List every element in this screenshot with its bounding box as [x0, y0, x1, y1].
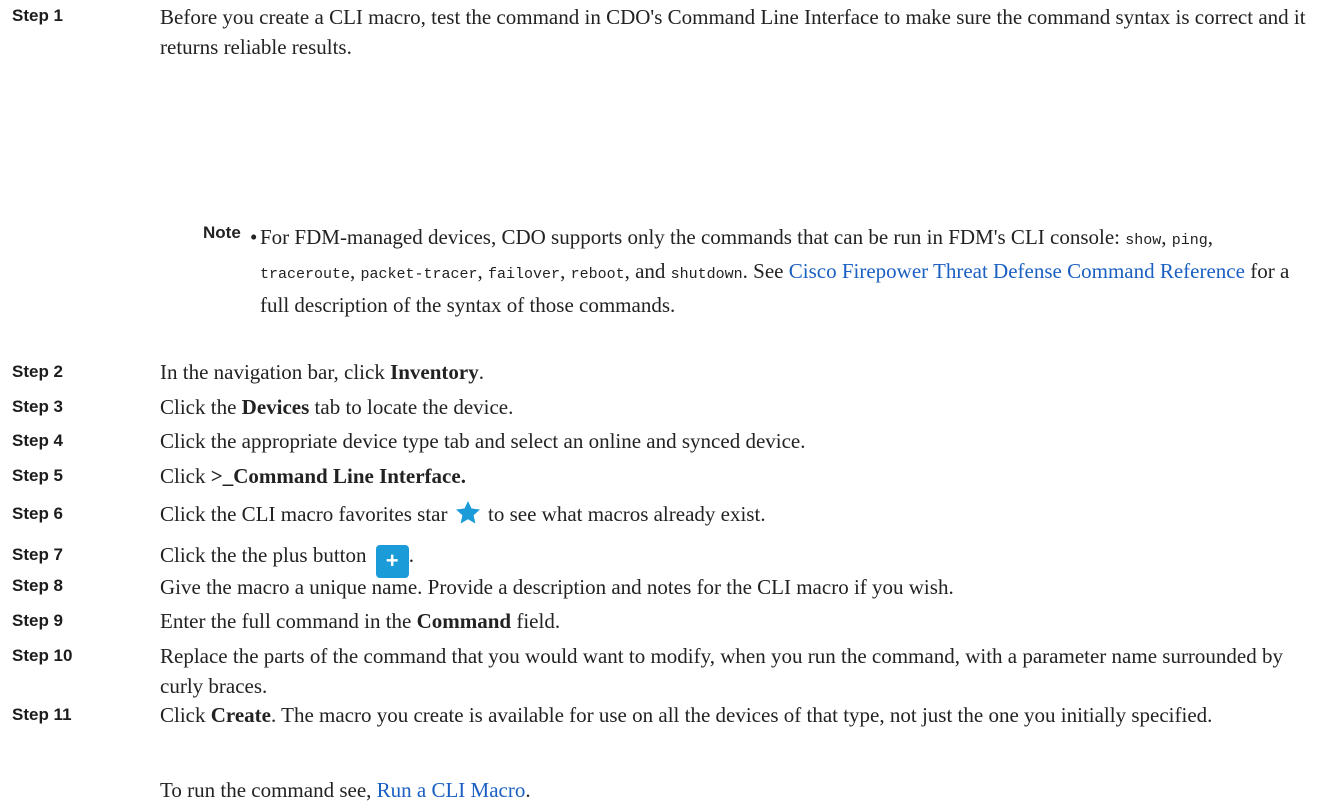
step-label-9: Step 9: [12, 610, 64, 630]
note-and: and: [635, 259, 666, 284]
step-text-10: Replace the parts of the command that yo…: [160, 643, 1283, 698]
cmd-reboot: reboot: [570, 266, 625, 284]
step-text-3: Click the Devices tab to locate the devi…: [160, 395, 514, 420]
inventory-ref: Inventory: [390, 360, 479, 385]
step-label-4: Step 4: [12, 430, 64, 450]
step-label-3: Step 3: [12, 396, 64, 416]
create-ref: Create: [210, 703, 271, 728]
step-label-5: Step 5: [12, 465, 64, 485]
step-text-6: Click the CLI macro favorites star to se…: [160, 500, 766, 527]
cli-ref: >_Command Line Interface.: [210, 464, 466, 489]
cmd-show: show: [1125, 232, 1162, 250]
note-body: • For FDM-managed devices, CDO supports o…: [250, 222, 1310, 320]
step-label-11: Step 11: [12, 704, 72, 724]
footer-text: To run the command see, Run a CLI Macro.: [160, 777, 531, 802]
step-text-9: Enter the full command in the Command fi…: [160, 608, 561, 633]
step-text-2: In the navigation bar, click Inventory.: [160, 360, 484, 385]
step-label-8: Step 8: [12, 576, 64, 596]
cmd-ping: ping: [1171, 232, 1208, 250]
command-reference-link[interactable]: Cisco Firepower Threat Defense Command R…: [789, 259, 1245, 283]
step-text-4: Click the appropriate device type tab an…: [160, 429, 806, 454]
note-label: Note: [203, 223, 241, 243]
cmd-traceroute: traceroute: [260, 266, 351, 284]
step-text-8: Give the macro a unique name. Provide a …: [160, 574, 954, 599]
step-label-6: Step 6: [12, 504, 64, 524]
command-field-ref: Command: [416, 608, 512, 633]
step-label-2: Step 2: [12, 361, 64, 381]
run-cli-macro-link[interactable]: Run a CLI Macro: [377, 778, 526, 802]
cmd-failover: failover: [488, 266, 561, 284]
step-label-1: Step 1: [12, 6, 64, 26]
step-text-5: Click >_Command Line Interface.: [160, 464, 466, 489]
step-label-7: Step 7: [12, 544, 64, 564]
note-intro: For FDM-managed devices, CDO supports on…: [260, 225, 1126, 250]
note-bullet: •: [250, 225, 258, 250]
star-icon: [455, 500, 481, 524]
cmd-shutdown: shutdown: [670, 266, 743, 284]
step-text-1: Before you create a CLI macro, test the …: [160, 4, 1306, 59]
step-text-11: Click Create. The macro you create is av…: [160, 703, 1213, 728]
step-label-10: Step 10: [12, 645, 73, 665]
devices-ref: Devices: [241, 395, 310, 420]
cmd-packet-tracer: packet-tracer: [360, 266, 478, 284]
